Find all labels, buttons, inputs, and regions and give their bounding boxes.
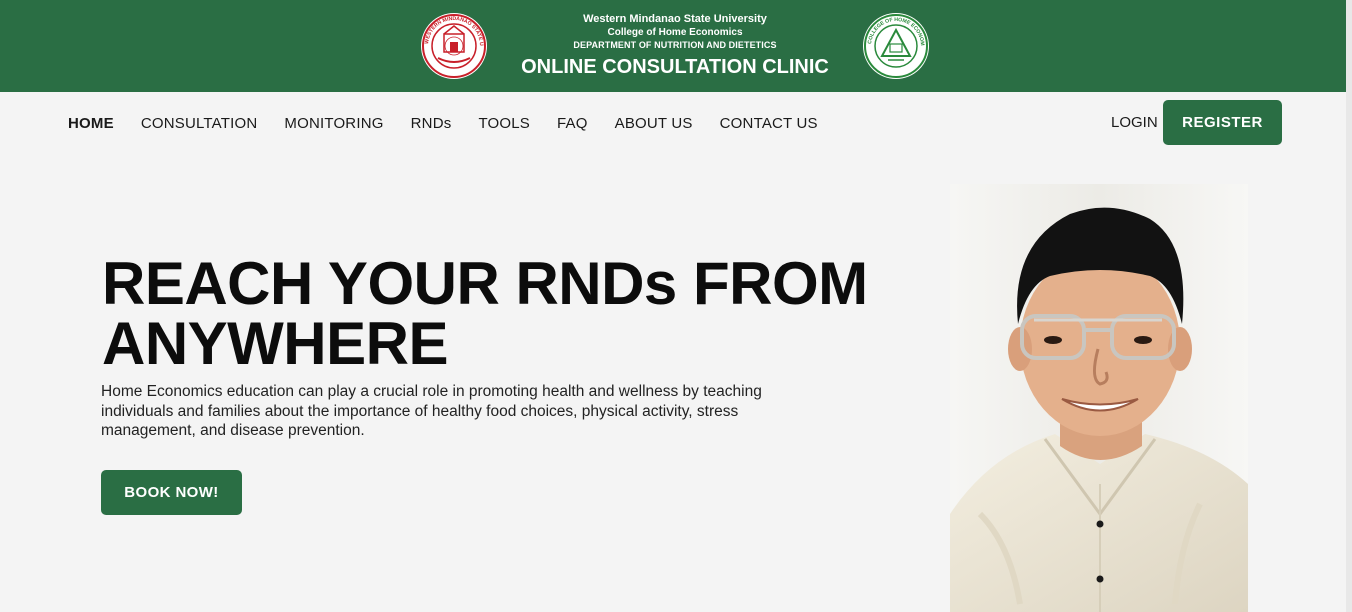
rnd-portrait-photo (950, 184, 1248, 612)
nav-item-consultation[interactable]: CONSULTATION (141, 115, 258, 132)
university-name: Western Mindanao State University (583, 13, 767, 25)
login-link[interactable]: LOGIN (1111, 114, 1158, 131)
nav-item-rnds[interactable]: RNDs (411, 115, 452, 132)
book-now-button[interactable]: BOOK NOW! (101, 470, 242, 515)
portrait-illustration (950, 184, 1248, 612)
banner-text-block: Western Mindanao State University Colleg… (500, 12, 850, 80)
nav-item-home[interactable]: HOME (68, 115, 114, 132)
hero-title: REACH YOUR RNDs FROM ANYWHERE (102, 250, 868, 377)
main-navigation: HOME CONSULTATION MONITORING RNDs TOOLS … (0, 92, 1352, 154)
top-banner: WESTERN MINDANAO STATE UNIVERSITY Wester… (0, 0, 1352, 92)
nav-item-tools[interactable]: TOOLS (478, 115, 530, 132)
nav-item-monitoring[interactable]: MONITORING (284, 115, 383, 132)
hero-description: Home Economics education can play a cruc… (101, 383, 762, 439)
wmsu-seal-icon: WESTERN MINDANAO STATE UNIVERSITY (420, 12, 487, 79)
nav-item-faq[interactable]: FAQ (557, 115, 588, 132)
site-title: ONLINE CONSULTATION CLINIC (521, 56, 829, 78)
college-name: College of Home Economics (607, 27, 743, 38)
college-of-home-economics-seal-icon: COLLEGE OF HOME ECONOMICS · WMSU · (862, 12, 929, 79)
register-button[interactable]: REGISTER (1163, 100, 1282, 145)
nav-item-contact-us[interactable]: CONTACT US (720, 115, 818, 132)
department-name: DEPARTMENT OF NUTRITION AND DIETETICS (573, 40, 777, 50)
nav-links: HOME CONSULTATION MONITORING RNDs TOOLS … (68, 92, 845, 154)
nav-item-about-us[interactable]: ABOUT US (615, 115, 693, 132)
